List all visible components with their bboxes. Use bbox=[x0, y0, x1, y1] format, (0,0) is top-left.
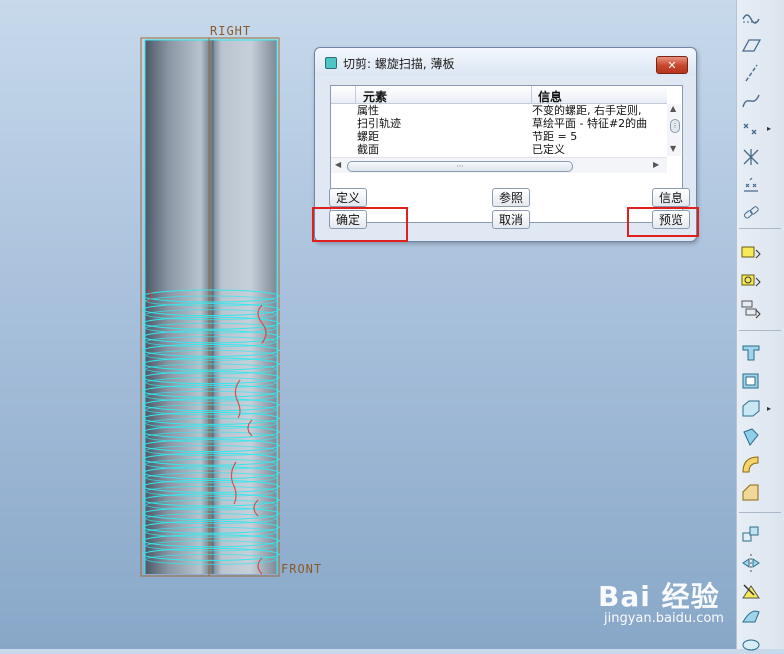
refs-button[interactable]: 参照 bbox=[492, 188, 530, 207]
scroll-thumb[interactable]: ⁝ bbox=[670, 119, 680, 133]
point-icon[interactable] bbox=[740, 118, 762, 140]
table-row[interactable]: 扫引轨迹 草绘平面 - 特征#2的曲 bbox=[331, 117, 667, 130]
chamfer-icon[interactable] bbox=[740, 482, 762, 504]
highlight-ok bbox=[312, 207, 408, 242]
hscroll-thumb[interactable]: ⋯ bbox=[347, 161, 573, 172]
dialog-title: 切剪: 螺旋扫描, 薄板 bbox=[343, 57, 455, 71]
define-button[interactable]: 定义 bbox=[329, 188, 367, 207]
cross-point-icon[interactable] bbox=[740, 146, 762, 168]
vertical-scrollbar[interactable]: ▲ ⁝ ▼ bbox=[667, 104, 681, 156]
scroll-down-icon[interactable]: ▼ bbox=[670, 144, 676, 153]
row-element: 螺距 bbox=[357, 130, 379, 143]
table-row[interactable]: 截面 已定义 bbox=[331, 143, 667, 156]
annotation-element-icon[interactable] bbox=[740, 298, 762, 320]
extrude-icon[interactable] bbox=[740, 342, 762, 364]
chain-icon[interactable] bbox=[740, 202, 762, 224]
sketch-curve-icon[interactable] bbox=[740, 90, 762, 112]
blend-icon[interactable] bbox=[740, 606, 762, 628]
row-element: 属性 bbox=[357, 104, 379, 117]
right-toolbar: ▸ ▸ bbox=[736, 0, 784, 651]
column-element[interactable]: 元素 bbox=[363, 88, 387, 105]
scroll-left-icon[interactable]: ◀ bbox=[335, 160, 341, 169]
row-info: 节距 = 5 bbox=[532, 130, 578, 143]
table-row[interactable]: 属性 不变的螺距, 右手定则, bbox=[331, 104, 667, 117]
info-button[interactable]: 信息 bbox=[652, 188, 690, 207]
scroll-right-icon[interactable]: ▶ bbox=[653, 160, 659, 169]
close-button[interactable]: ✕ bbox=[656, 56, 688, 74]
table-header: 元素 信息 bbox=[331, 86, 667, 104]
row-info: 草绘平面 - 特征#2的曲 bbox=[532, 117, 648, 130]
row-info: 已定义 bbox=[532, 143, 565, 156]
annotation-feature-icon[interactable] bbox=[740, 270, 762, 292]
point-dropdown-icon[interactable]: ▸ bbox=[767, 124, 771, 133]
column-info[interactable]: 信息 bbox=[538, 88, 562, 105]
cancel-button[interactable]: 取消 bbox=[492, 210, 530, 229]
table-rows: 属性 不变的螺距, 右手定则, 扫引轨迹 草绘平面 - 特征#2的曲 螺距 节距… bbox=[331, 104, 667, 156]
pattern-icon[interactable] bbox=[740, 524, 762, 546]
revolve-icon[interactable] bbox=[740, 426, 762, 448]
shell-icon[interactable] bbox=[740, 370, 762, 392]
draft-dropdown-icon[interactable]: ▸ bbox=[767, 404, 771, 413]
baidu-watermark: Bai 经验 jingyan.baidu.com bbox=[598, 575, 724, 626]
draft-icon[interactable] bbox=[740, 398, 762, 420]
table-row[interactable]: 螺距 节距 = 5 bbox=[331, 130, 667, 143]
horizontal-scrollbar[interactable]: ◀ ⋯ ▶ bbox=[331, 157, 667, 173]
datum-right-label: RIGHT bbox=[210, 24, 252, 38]
curve-tool-icon[interactable] bbox=[740, 6, 762, 28]
watermark-url: jingyan.baidu.com bbox=[604, 611, 724, 626]
row-element: 扫引轨迹 bbox=[357, 117, 401, 130]
round-icon[interactable] bbox=[740, 454, 762, 476]
row-info: 不变的螺距, 右手定则, bbox=[532, 104, 642, 117]
watermark-brand: Bai 经验 bbox=[598, 580, 720, 613]
mirror-icon[interactable] bbox=[740, 552, 762, 574]
datum-pattern-icon[interactable] bbox=[740, 174, 762, 196]
dialog-titlebar[interactable]: 切剪: 螺旋扫描, 薄板 ✕ bbox=[315, 48, 696, 76]
plane-icon[interactable] bbox=[740, 34, 762, 56]
datum-front-label: FRONT bbox=[281, 562, 323, 576]
row-element: 截面 bbox=[357, 143, 379, 156]
scroll-up-icon[interactable]: ▲ bbox=[670, 104, 676, 113]
close-icon: ✕ bbox=[667, 58, 677, 72]
highlight-preview bbox=[627, 207, 699, 237]
feature-app-icon bbox=[325, 57, 337, 69]
axis-icon[interactable] bbox=[740, 62, 762, 84]
sweep-icon[interactable] bbox=[740, 580, 762, 602]
annotation-icon[interactable] bbox=[740, 242, 762, 264]
extra-icon[interactable] bbox=[740, 632, 762, 654]
